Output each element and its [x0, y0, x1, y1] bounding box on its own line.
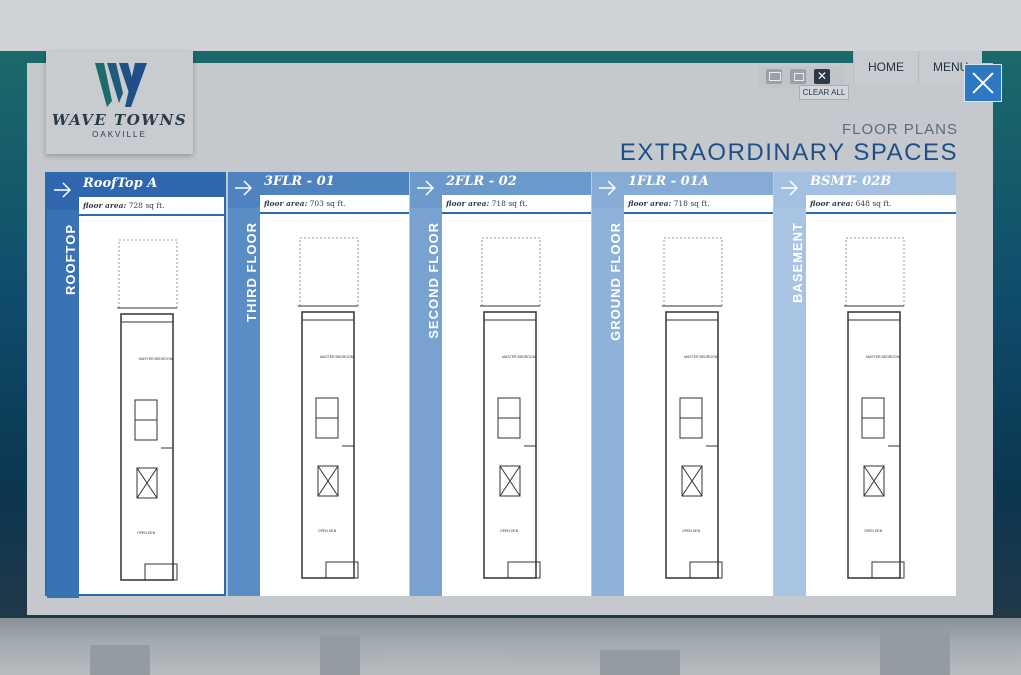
plan-name: BSMT- 02B	[810, 174, 892, 189]
floor-area-label: floor area:	[810, 199, 854, 208]
plan-card-second-floor[interactable]: SECOND FLOOR 2FLR - 02 floor area: 718 s…	[410, 172, 591, 596]
svg-text:MASTER BEDROOM: MASTER BEDROOM	[684, 355, 718, 359]
floor-area: floor area: 728 sq ft.	[79, 197, 224, 216]
floor-area-label: floor area:	[83, 201, 127, 210]
floor-area: floor area: 718 sq ft.	[442, 195, 591, 214]
svg-text:MASTER BEDROOM: MASTER BEDROOM	[139, 357, 173, 361]
brand-name: WAVE TOWNS	[51, 111, 188, 129]
email-icon[interactable]	[766, 69, 782, 84]
svg-text:OPEN DEN: OPEN DEN	[137, 531, 156, 535]
floor-plan-image: MASTER BEDROOM OPEN DEN	[844, 237, 905, 579]
clear-all-button[interactable]: CLEAR ALL	[799, 85, 849, 100]
floor-plan-drawing: MASTER BEDROOM OPEN DEN	[442, 214, 591, 596]
floor-label-bar: ROOFTOP	[47, 174, 79, 598]
arrow-right-icon[interactable]	[228, 172, 260, 208]
arrow-right-icon[interactable]	[592, 172, 624, 208]
background-city-photo	[0, 618, 1021, 675]
close-icon[interactable]	[964, 64, 1002, 102]
floor-plan-image: MASTER BEDROOM OPEN DEN	[117, 239, 178, 581]
floor-area: floor area: 718 sq ft.	[624, 195, 773, 214]
floor-label-bar: SECOND FLOOR	[410, 172, 442, 596]
floor-label-bar: THIRD FLOOR	[228, 172, 260, 596]
floor-label-bar: BASEMENT	[774, 172, 806, 596]
svg-text:OPEN DEN: OPEN DEN	[682, 529, 701, 533]
floor-area-value: 703 sq ft.	[309, 199, 346, 208]
floor-area-label: floor area:	[446, 199, 490, 208]
wave-logo-icon	[95, 63, 147, 107]
arrow-right-icon[interactable]	[774, 172, 806, 208]
floor-plan-drawing: MASTER BEDROOM OPEN DEN	[79, 216, 224, 594]
floor-area-value: 728 sq ft.	[128, 201, 165, 210]
browser-top-bar	[0, 0, 1021, 51]
floor-area: floor area: 648 sq ft.	[806, 195, 956, 214]
svg-text:MASTER BEDROOM: MASTER BEDROOM	[320, 355, 354, 359]
print-icon[interactable]	[790, 69, 806, 84]
floor-plan-image: MASTER BEDROOM OPEN DEN	[662, 237, 723, 579]
floor-area-value: 718 sq ft.	[673, 199, 710, 208]
floor-area-label: floor area:	[628, 199, 672, 208]
top-navigation: HOME MENU	[853, 51, 983, 83]
floor-area: floor area: 703 sq ft.	[260, 195, 409, 214]
clear-icon[interactable]	[814, 69, 830, 84]
floor-label-bar: GROUND FLOOR	[592, 172, 624, 596]
plan-card-rooftop[interactable]: ROOFTOP RoofTop A floor area: 728 sq ft.…	[45, 172, 226, 598]
svg-text:OPEN DEN: OPEN DEN	[864, 529, 883, 533]
floor-area-value: 648 sq ft.	[855, 199, 892, 208]
svg-text:OPEN DEN: OPEN DEN	[500, 529, 519, 533]
arrow-right-icon[interactable]	[410, 172, 442, 208]
floor-plan-drawing: MASTER BEDROOM OPEN DEN	[624, 214, 773, 596]
plan-name: 2FLR - 02	[446, 174, 517, 189]
svg-text:MASTER BEDROOM: MASTER BEDROOM	[502, 355, 536, 359]
plan-name: 3FLR - 01	[264, 174, 335, 189]
section-subtitle: FLOOR PLANS	[841, 121, 958, 138]
floor-plan-drawing: MASTER BEDROOM OPEN DEN	[806, 214, 956, 596]
floor-label: THIRD FLOOR	[244, 222, 259, 322]
brand-logo[interactable]: WAVE TOWNS OAKVILLE	[46, 51, 193, 154]
floor-plan-image: MASTER BEDROOM OPEN DEN	[298, 237, 359, 579]
plan-card-basement[interactable]: BASEMENT BSMT- 02B floor area: 648 sq ft…	[774, 172, 956, 596]
home-link[interactable]: HOME	[853, 51, 918, 83]
plan-name: 1FLR - 01A	[628, 174, 709, 189]
floor-plan-cards: ROOFTOP RoofTop A floor area: 728 sq ft.…	[45, 172, 956, 598]
plan-card-ground-floor[interactable]: GROUND FLOOR 1FLR - 01A floor area: 718 …	[592, 172, 773, 596]
floor-plan-drawing: MASTER BEDROOM OPEN DEN	[260, 214, 409, 596]
floor-label: BASEMENT	[790, 222, 805, 303]
svg-text:MASTER BEDROOM: MASTER BEDROOM	[866, 355, 900, 359]
floor-label: ROOFTOP	[63, 224, 78, 296]
plan-card-third-floor[interactable]: THIRD FLOOR 3FLR - 01 floor area: 703 sq…	[228, 172, 409, 596]
plan-name: RoofTop A	[83, 176, 158, 191]
section-title: EXTRAORDINARY SPACES	[619, 139, 958, 166]
arrow-right-icon[interactable]	[47, 174, 79, 210]
floor-label: GROUND FLOOR	[608, 222, 623, 341]
floor-plan-image: MASTER BEDROOM OPEN DEN	[480, 237, 541, 579]
brand-city: OAKVILLE	[92, 130, 147, 139]
floor-area-value: 718 sq ft.	[491, 199, 528, 208]
svg-text:OPEN DEN: OPEN DEN	[318, 529, 337, 533]
floor-label: SECOND FLOOR	[426, 222, 441, 339]
floor-area-label: floor area:	[264, 199, 308, 208]
